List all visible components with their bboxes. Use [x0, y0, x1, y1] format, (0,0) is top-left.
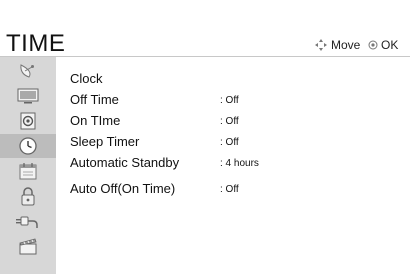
menu-item-label: Sleep Timer: [70, 134, 140, 149]
menu-item-auto-off[interactable]: Auto Off(On Time) : Off: [70, 180, 400, 198]
navigation-arrows-icon: [315, 39, 327, 51]
ok-button-icon: [368, 40, 378, 50]
ok-hint-label: OK: [381, 38, 399, 52]
lock-icon: [21, 187, 35, 206]
satellite-dish-icon: [20, 64, 34, 78]
monitor-icon: [17, 88, 39, 104]
time-settings-list: Clock Off Time : Off On TIme : Off Sleep…: [56, 57, 410, 274]
sidebar-item-input[interactable]: [0, 209, 56, 233]
time-menu-panel: TIME Move OK Clock Off Time: Off On TIm…: [0, 0, 410, 274]
clapperboard-icon: [19, 238, 37, 255]
sidebar-item-audio[interactable]: [0, 109, 56, 133]
sidebar-item-lock[interactable]: [0, 184, 56, 208]
clock-icon: [19, 137, 37, 155]
menu-item-label: Auto Off(On Time): [70, 181, 176, 196]
menu-item-value: : Off: [220, 184, 239, 195]
menu-item-value: : Off: [220, 116, 239, 127]
menu-item-label: Clock: [70, 71, 103, 86]
menu-item-clock[interactable]: Clock: [70, 70, 400, 88]
menu-header: TIME Move OK: [0, 0, 410, 57]
menu-item-sleep-timer[interactable]: Sleep Timer : Off: [70, 133, 400, 151]
sidebar-item-time[interactable]: [0, 134, 56, 158]
menu-item-value: : 4 hours: [220, 158, 259, 169]
speaker-icon: [20, 112, 36, 130]
sidebar-item-satellite[interactable]: [0, 59, 56, 83]
menu-item-on-time[interactable]: On TIme : Off: [70, 112, 400, 130]
category-sidebar: [0, 57, 56, 274]
menu-item-label: Off Time: [70, 92, 119, 107]
plug-icon: [16, 216, 38, 228]
move-hint-label: Move: [331, 38, 361, 52]
sidebar-item-schedule[interactable]: [0, 159, 56, 183]
sidebar-item-media[interactable]: [0, 234, 56, 258]
menu-item-off-time[interactable]: Off Time : Off: [70, 91, 400, 109]
menu-item-label: Automatic Standby: [70, 155, 180, 170]
menu-item-automatic-standby[interactable]: Automatic Standby : 4 hours: [70, 154, 400, 172]
menu-item-value: : Off: [220, 137, 239, 148]
page-title: TIME: [6, 30, 66, 57]
move-hint: Move: [314, 38, 360, 52]
sidebar-item-picture[interactable]: [0, 84, 56, 108]
menu-item-label: On TIme: [70, 113, 121, 128]
menu-item-value: : Off: [220, 95, 239, 106]
ok-hint: OK: [368, 38, 398, 52]
calendar-icon: [19, 163, 37, 180]
